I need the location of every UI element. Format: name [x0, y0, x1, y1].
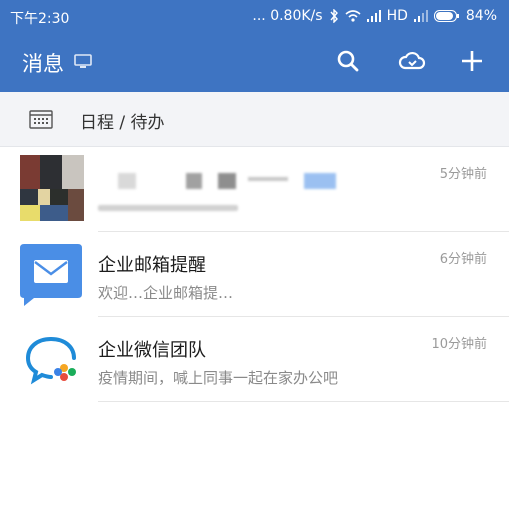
search-icon[interactable] [333, 46, 363, 76]
conversation-item[interactable]: 企业邮箱提醒 欢迎…企业邮箱提… 6分钟前 [0, 232, 509, 317]
conversation-title: 企业微信团队 [98, 340, 206, 361]
status-right: ... 0.80K/s HD 84% [252, 8, 497, 24]
obscured-title [118, 171, 338, 191]
divider [98, 401, 509, 402]
battery-icon [433, 10, 460, 22]
mail-icon [20, 244, 82, 306]
desktop-icon[interactable] [74, 54, 92, 74]
wifi-icon [345, 10, 361, 22]
conversation-item[interactable]: 企业微信团队 疫情期间，喊上同事一起在家办公吧 10分钟前 [0, 317, 509, 402]
signal-icon-2 [413, 10, 428, 22]
battery-level: 84% [465, 8, 497, 24]
conversation-preview: 疫情期间，喊上同事一起在家办公吧 [98, 369, 339, 387]
status-time: 下午2:30 [10, 11, 70, 27]
wecom-logo-icon [20, 329, 82, 391]
network-speed: ... 0.80K/s [252, 8, 323, 24]
calendar-icon [29, 109, 53, 133]
time-label: 10分钟前 [431, 337, 487, 352]
conversation-item[interactable]: 5分钟前 [0, 147, 509, 232]
bluetooth-icon [329, 9, 339, 23]
add-icon[interactable] [457, 46, 487, 76]
schedule-todo-bar[interactable]: 日程 / 待办 [0, 92, 509, 147]
network-type: HD [386, 8, 408, 24]
schedule-label: 日程 / 待办 [80, 113, 165, 133]
toolbar: 消息 [0, 36, 509, 88]
obscured-preview [98, 199, 248, 211]
conversation-preview: 欢迎…企业邮箱提… [98, 284, 234, 302]
time-label: 5分钟前 [439, 167, 487, 182]
status-bar: 下午2:30 ... 0.80K/s HD 84% [0, 0, 509, 32]
page-title: 消息 [22, 52, 64, 76]
group-avatar [20, 155, 84, 221]
signal-icon [366, 10, 381, 22]
app-header: 下午2:30 ... 0.80K/s HD 84% 消息 [0, 0, 509, 92]
conversation-title: 企业邮箱提醒 [98, 255, 206, 276]
cloud-icon[interactable] [397, 46, 427, 76]
time-label: 6分钟前 [439, 252, 487, 267]
